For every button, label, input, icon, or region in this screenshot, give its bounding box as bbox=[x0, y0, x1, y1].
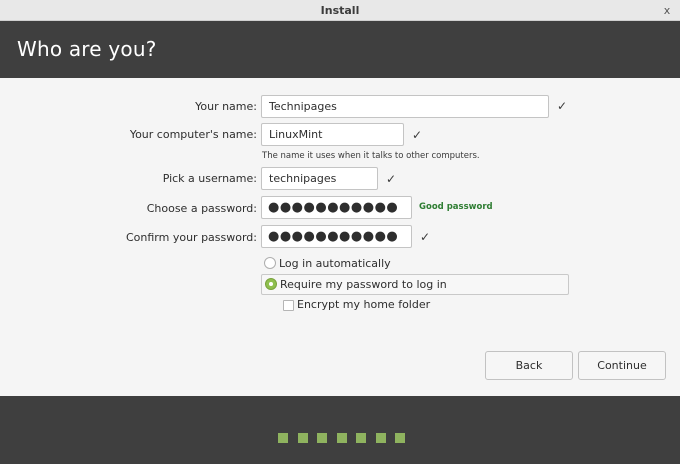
slideshow-footer bbox=[0, 396, 680, 464]
username-label: Pick a username: bbox=[162, 172, 257, 185]
window-title: Install bbox=[320, 4, 360, 17]
back-button[interactable]: Back bbox=[485, 351, 573, 380]
progress-dot bbox=[297, 433, 308, 443]
progress-dot bbox=[317, 433, 327, 443]
encrypt-home-checkbox[interactable] bbox=[283, 300, 294, 311]
confirm-password-check-icon: ✓ bbox=[419, 230, 431, 244]
page-header: Who are you? bbox=[0, 21, 680, 78]
close-icon[interactable]: x bbox=[660, 0, 674, 21]
your-name-input[interactable]: Technipages bbox=[261, 95, 549, 118]
require-password-radio[interactable] bbox=[265, 278, 277, 290]
confirm-password-input[interactable]: ●●●●●●●●●●● bbox=[261, 225, 412, 248]
window-titlebar: Install x bbox=[0, 0, 680, 21]
computer-name-input[interactable]: LinuxMint bbox=[261, 123, 404, 146]
progress-dots bbox=[278, 433, 408, 443]
login-automatically-radio[interactable] bbox=[264, 257, 276, 269]
login-automatically-option[interactable]: Log in automatically bbox=[261, 254, 569, 273]
require-password-option[interactable]: Require my password to log in bbox=[261, 274, 569, 295]
your-name-check-icon: ✓ bbox=[556, 99, 568, 113]
password-strength-label: Good password bbox=[419, 202, 493, 212]
username-input[interactable]: technipages bbox=[261, 167, 378, 190]
progress-dot bbox=[356, 433, 366, 443]
require-password-label: Require my password to log in bbox=[280, 278, 447, 291]
username-check-icon: ✓ bbox=[385, 172, 397, 186]
page-title: Who are you? bbox=[17, 37, 157, 61]
progress-dot bbox=[336, 433, 347, 443]
progress-dot bbox=[395, 433, 405, 443]
computer-name-label: Your computer's name: bbox=[129, 128, 257, 141]
computer-name-hint: The name it uses when it talks to other … bbox=[262, 151, 480, 161]
progress-dot bbox=[278, 433, 288, 443]
confirm-password-label: Confirm your password: bbox=[125, 231, 257, 244]
password-label: Choose a password: bbox=[146, 202, 257, 215]
login-automatically-label: Log in automatically bbox=[279, 257, 391, 270]
progress-dot bbox=[375, 433, 386, 443]
continue-button[interactable]: Continue bbox=[578, 351, 666, 380]
computer-name-check-icon: ✓ bbox=[411, 128, 423, 142]
encrypt-home-label: Encrypt my home folder bbox=[297, 298, 431, 311]
your-name-label: Your name: bbox=[195, 100, 257, 113]
password-input[interactable]: ●●●●●●●●●●● bbox=[261, 196, 412, 219]
